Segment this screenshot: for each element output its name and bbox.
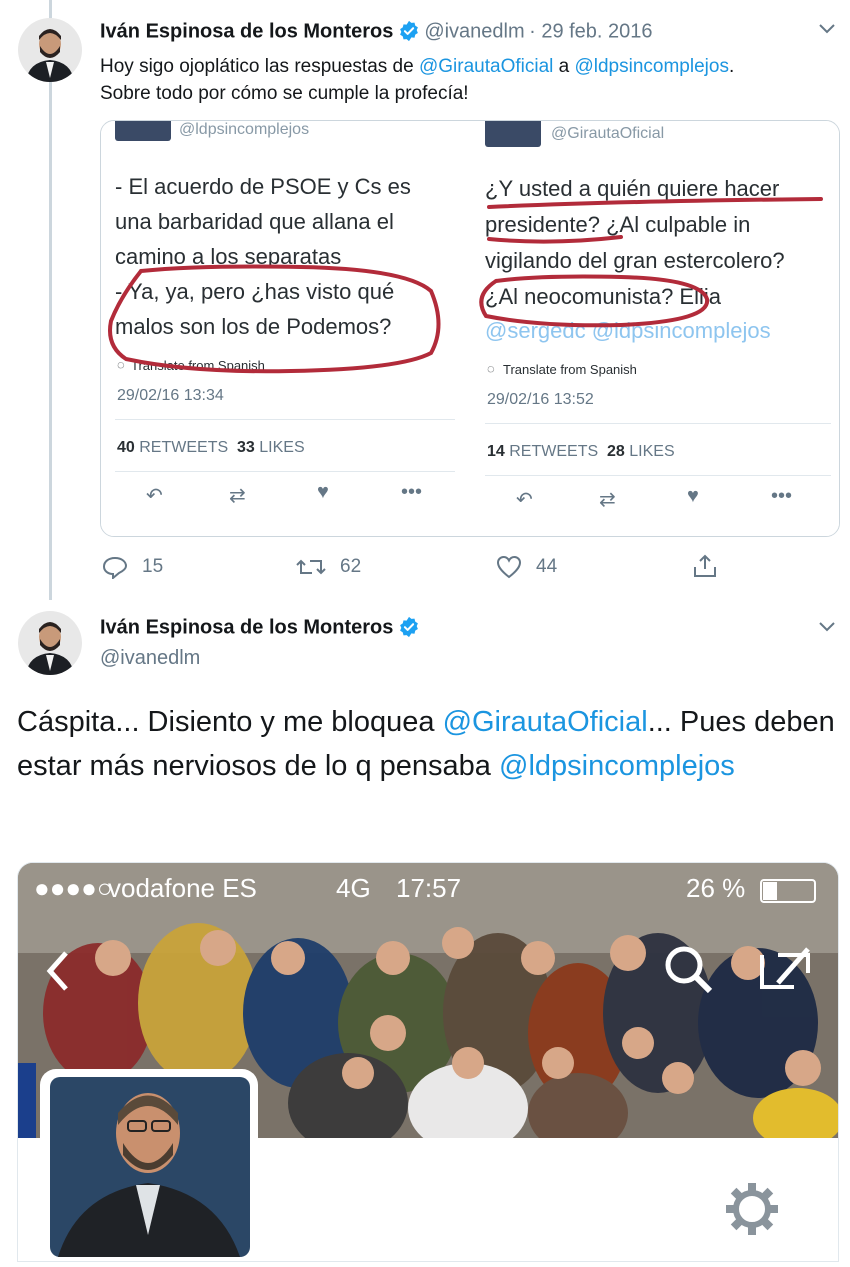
tweet-text: Cáspita... Disiento y me bloquea @Giraut… bbox=[17, 700, 837, 788]
tweet-text-part: Cáspita... Disiento y me bloquea bbox=[17, 706, 443, 738]
heart-icon bbox=[496, 555, 522, 579]
battery-icon bbox=[760, 879, 816, 903]
retweet-count: 62 bbox=[340, 556, 362, 577]
retweet-icon bbox=[296, 559, 326, 575]
reply-icon bbox=[102, 556, 128, 579]
user-handle[interactable]: @ivanedlm bbox=[424, 21, 524, 43]
mention-link[interactable]: @ldpsincomplejos bbox=[574, 56, 728, 77]
reply-count: 15 bbox=[142, 556, 164, 577]
share-icon bbox=[694, 554, 716, 577]
like-count: 44 bbox=[536, 556, 558, 577]
share-button[interactable] bbox=[692, 553, 732, 579]
profile-header-photo bbox=[18, 863, 838, 1261]
avatar[interactable] bbox=[18, 18, 82, 82]
tweet-text-part: Hoy sigo ojoplático las respuestas de bbox=[100, 56, 419, 77]
status-battery: 26 % bbox=[686, 873, 746, 903]
display-name[interactable]: Iván Espinosa de los Monteros bbox=[100, 617, 393, 639]
annotation-marks bbox=[108, 197, 823, 374]
retweet-button[interactable]: 62 bbox=[296, 555, 361, 579]
tweet-media-image[interactable]: @ldpsincomplejos - El acuerdo de PSOE y … bbox=[100, 120, 840, 537]
status-signal: ●●●●○ bbox=[34, 873, 113, 903]
user-handle[interactable]: @ivanedlm bbox=[100, 647, 200, 670]
avatar[interactable] bbox=[18, 611, 82, 675]
tweet-media-image[interactable]: ●●●●○ vodafone ES 4G 17:57 26 % bbox=[17, 862, 839, 1262]
status-carrier: vodafone ES bbox=[108, 873, 257, 903]
tweet-text-part: a bbox=[553, 56, 575, 77]
status-time: 17:57 bbox=[396, 873, 462, 903]
status-network: 4G bbox=[336, 873, 371, 903]
tweet-text-line: Sobre todo por cómo se cumple la profecí… bbox=[100, 83, 469, 104]
chevron-down-icon[interactable] bbox=[818, 22, 836, 40]
tweet-text: Hoy sigo ojoplático las respuestas de @G… bbox=[100, 53, 835, 107]
chevron-down-icon[interactable] bbox=[818, 620, 836, 638]
tweet-date[interactable]: · 29 feb. 2016 bbox=[529, 21, 652, 43]
mention-link[interactable]: @ldpsincomplejos bbox=[499, 750, 735, 782]
tweet-text-part: . bbox=[728, 56, 735, 77]
reply-button[interactable]: 15 bbox=[102, 555, 163, 579]
verified-badge-icon bbox=[398, 616, 420, 643]
verified-badge-icon bbox=[398, 20, 420, 47]
tweet-header: Iván Espinosa de los Monteros bbox=[100, 616, 420, 643]
display-name[interactable]: Iván Espinosa de los Monteros bbox=[100, 21, 393, 43]
mention-link[interactable]: @GirautaOficial bbox=[419, 56, 553, 77]
mention-link[interactable]: @GirautaOficial bbox=[443, 706, 648, 738]
like-button[interactable]: 44 bbox=[496, 555, 557, 579]
thread-line bbox=[49, 0, 52, 600]
tweet-header: Iván Espinosa de los Monteros @ivanedlm … bbox=[100, 20, 653, 47]
